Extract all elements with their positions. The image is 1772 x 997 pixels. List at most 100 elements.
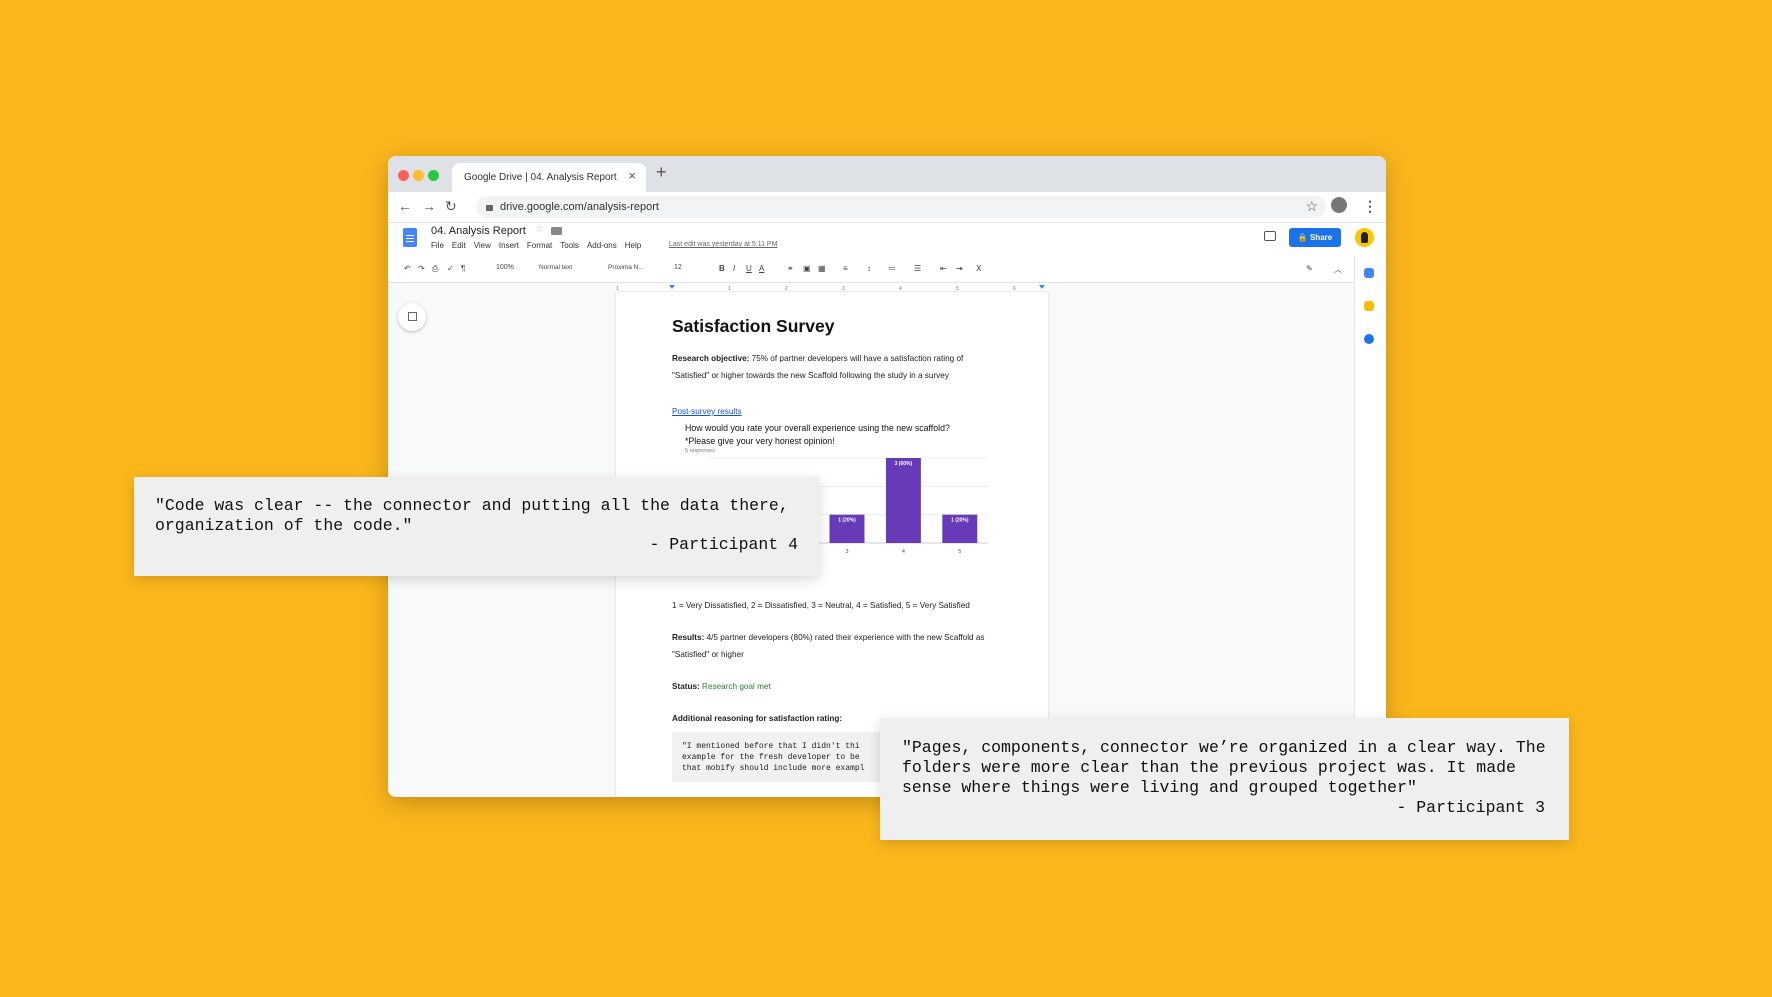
- calendar-icon[interactable]: [1364, 268, 1374, 278]
- quote-attribution: - Participant 4: [649, 535, 798, 554]
- bar-data-label: 1 (20%): [838, 518, 856, 524]
- numbered-list-icon[interactable]: ≔: [888, 264, 896, 273]
- paint-format-icon[interactable]: ¶: [461, 264, 465, 273]
- clear-formatting-icon[interactable]: Ⅹ: [976, 264, 981, 273]
- research-objective-line-1: Research objective: 75% of partner devel…: [672, 354, 963, 363]
- menu-view[interactable]: View: [474, 241, 491, 250]
- menu-file[interactable]: File: [431, 241, 444, 250]
- share-button[interactable]: 🔒 Share: [1289, 228, 1341, 247]
- font-size-select[interactable]: 12: [674, 264, 682, 271]
- url-text: drive.google.com/analysis-report: [500, 201, 659, 213]
- menu-help[interactable]: Help: [625, 241, 641, 250]
- ruler-mark: 3: [842, 286, 845, 291]
- x-tick-label: 3: [845, 549, 848, 555]
- line-spacing-icon[interactable]: ↕: [867, 264, 871, 273]
- minimize-window-button[interactable]: [413, 170, 424, 181]
- ruler-mark: 1: [728, 286, 731, 291]
- collapse-icon[interactable]: ︿: [1334, 264, 1342, 275]
- new-tab-button[interactable]: +: [656, 162, 667, 183]
- document-heading: Satisfaction Survey: [672, 316, 835, 336]
- menu-add-ons[interactable]: Add-ons: [587, 241, 617, 250]
- ruler-page-area: 1 1 2 3 4 5 6 7: [616, 283, 1048, 291]
- image-icon[interactable]: ▦: [818, 264, 826, 273]
- menu-tools[interactable]: Tools: [560, 241, 579, 250]
- menu-bar: File Edit View Insert Format Tools Add-ons Help: [431, 241, 649, 250]
- results-line-1: Results: 4/5 partner developers (80%) ra…: [672, 633, 985, 642]
- style-select[interactable]: Normal text: [539, 264, 572, 271]
- outline-icon[interactable]: [398, 303, 426, 331]
- code-quote-line: that mobify should include more exampl: [682, 764, 865, 773]
- keep-icon[interactable]: [1364, 301, 1374, 311]
- right-indent-marker[interactable]: [1039, 285, 1045, 289]
- post-survey-results-link[interactable]: Post-survey results: [672, 407, 742, 416]
- objective-text: 75% of partner developers will have a sa…: [749, 354, 964, 363]
- forward-icon[interactable]: →: [422, 198, 436, 214]
- text-color-icon[interactable]: A: [759, 264, 764, 273]
- quote-attribution: - Participant 3: [1396, 798, 1545, 817]
- document-title[interactable]: 04. Analysis Report: [431, 225, 526, 237]
- increase-indent-icon[interactable]: ⇥: [956, 264, 963, 273]
- results-label: Results:: [672, 633, 705, 642]
- ruler-mark: 1: [616, 286, 619, 291]
- quote-line: sense where things were living and group…: [902, 778, 1417, 797]
- formatting-toolbar: ↶ ↷ ⎙ ✓ ¶ 100% Normal text Proxima N... …: [388, 256, 1354, 283]
- last-edit-link[interactable]: Last edit was yesterday at 5:11 PM: [669, 241, 777, 248]
- docs-logo-icon[interactable]: [403, 228, 417, 247]
- redo-icon[interactable]: ↷: [418, 264, 425, 273]
- back-icon[interactable]: ←: [398, 198, 412, 214]
- ruler-ticks: 1 1 2 3 4 5 6 7: [616, 285, 1045, 291]
- bar-data-label: 3 (60%): [895, 461, 913, 467]
- font-select[interactable]: Proxima N...: [608, 264, 644, 271]
- status-line: Status: Research goal met: [672, 682, 771, 691]
- editing-mode-icon[interactable]: ✎: [1306, 264, 1313, 273]
- link-icon[interactable]: ⚭: [787, 264, 794, 273]
- zoom-select[interactable]: 100%: [496, 264, 514, 271]
- print-icon[interactable]: ⎙: [432, 264, 438, 274]
- comment-icon[interactable]: [1264, 231, 1276, 241]
- close-window-button[interactable]: [398, 170, 409, 181]
- menu-format[interactable]: Format: [527, 241, 552, 250]
- close-tab-icon[interactable]: ×: [628, 168, 636, 183]
- tasks-icon[interactable]: [1364, 334, 1374, 344]
- navigation-bar: ← → ↻ drive.google.com/analysis-report ☆…: [388, 192, 1386, 223]
- side-panel: [1354, 256, 1386, 797]
- results-text: 4/5 partner developers (80%) rated their…: [704, 633, 985, 642]
- x-tick-label: 4: [902, 549, 905, 555]
- browser-menu-icon[interactable]: ⋮: [1363, 198, 1377, 215]
- quote-card-participant-3: "Pages, components, connector we’re orga…: [880, 718, 1569, 840]
- folder-icon[interactable]: [551, 227, 562, 235]
- align-icon[interactable]: ≡: [843, 264, 848, 273]
- rating-scale: 1 = Very Dissatisfied, 2 = Dissatisfied,…: [672, 601, 970, 610]
- x-tick-label: 5: [958, 549, 961, 555]
- menu-insert[interactable]: Insert: [499, 241, 519, 250]
- underline-icon[interactable]: U: [746, 264, 752, 273]
- comment-add-icon[interactable]: ▣: [803, 264, 811, 273]
- research-objective-line-2: "Satisfied" or higher towards the new Sc…: [672, 371, 949, 380]
- reload-icon[interactable]: ↻: [445, 198, 457, 215]
- status-label: Status:: [672, 682, 700, 691]
- bar: [885, 458, 921, 543]
- undo-icon[interactable]: ↶: [404, 264, 411, 273]
- bookmark-star-icon[interactable]: ☆: [1305, 198, 1318, 215]
- star-icon[interactable]: ☆: [535, 224, 544, 235]
- bar-data-label: 1 (20%): [951, 518, 969, 524]
- tab-title: Google Drive | 04. Analysis Report: [464, 172, 617, 183]
- ruler-mark: 4: [899, 286, 902, 291]
- avatar[interactable]: [1355, 228, 1374, 247]
- address-bar[interactable]: drive.google.com/analysis-report ☆: [476, 196, 1326, 218]
- code-quote-line: example for the fresh developer to be: [682, 753, 860, 762]
- spellcheck-icon[interactable]: ✓: [447, 264, 454, 273]
- profile-icon[interactable]: [1331, 197, 1347, 213]
- decrease-indent-icon[interactable]: ⇤: [940, 264, 947, 273]
- quote-line: "Pages, components, connector we’re orga…: [902, 738, 1546, 757]
- bulleted-list-icon[interactable]: ☰: [914, 264, 921, 273]
- bold-icon[interactable]: B: [719, 264, 725, 273]
- italic-icon[interactable]: I: [733, 264, 735, 273]
- menu-edit[interactable]: Edit: [452, 241, 466, 250]
- docs-header: 04. Analysis Report ☆ File Edit View Insert…: [388, 223, 1386, 255]
- browser-tab[interactable]: Google Drive | 04. Analysis Report ×: [452, 163, 646, 192]
- left-indent-marker[interactable]: [669, 285, 675, 289]
- maximize-window-button[interactable]: [428, 170, 439, 181]
- quote-card-participant-4: "Code was clear -- the connector and put…: [134, 477, 819, 576]
- quote-line: organization of the code.": [155, 516, 413, 535]
